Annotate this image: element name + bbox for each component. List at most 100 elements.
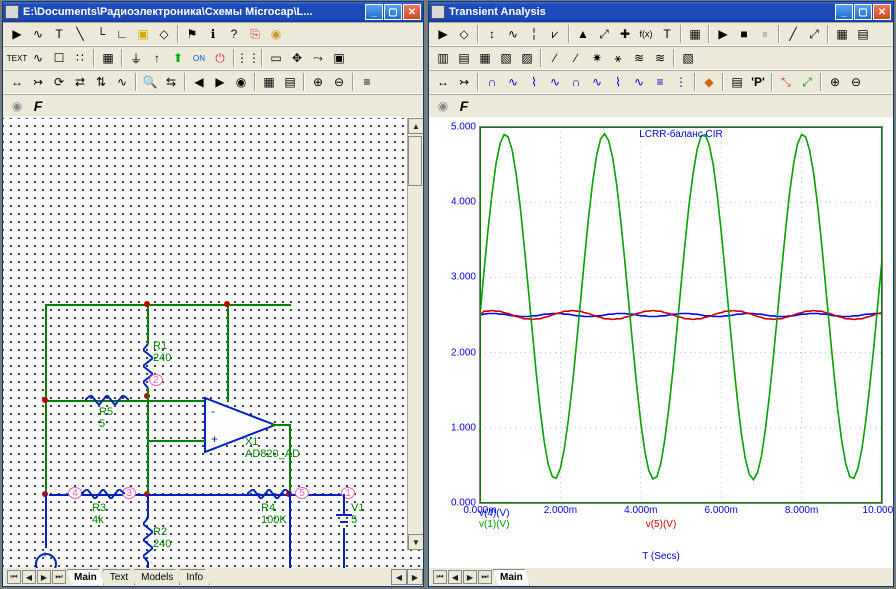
schematic-vscroll[interactable]: ▲ ▼ xyxy=(407,118,423,550)
expand-btn[interactable]: ↔ xyxy=(7,72,27,92)
analysis-titlebar[interactable]: Transient Analysis _ ▢ ✕ xyxy=(429,2,893,22)
ax1-btn[interactable]: ⤡ xyxy=(776,72,796,92)
s1-btn[interactable]: ∿ xyxy=(112,72,132,92)
w2-btn[interactable]: ∿ xyxy=(503,72,523,92)
f-icon[interactable]: F xyxy=(454,96,474,116)
bus-tool[interactable]: └ xyxy=(91,24,111,44)
tab-main[interactable]: Main xyxy=(67,569,104,585)
close-button[interactable]: ✕ xyxy=(873,4,891,20)
maximize-button[interactable]: ▢ xyxy=(854,4,872,20)
scroll-thumb[interactable] xyxy=(408,136,422,186)
zoom-out-btn[interactable]: ⊖ xyxy=(329,72,349,92)
star-btn[interactable]: ✷ xyxy=(587,48,607,68)
cursor-tool[interactable]: ▶ xyxy=(433,24,453,44)
scroll-up-btn[interactable]: ▲ xyxy=(408,118,423,134)
grid-btn[interactable]: ⋮⋮ xyxy=(238,48,258,68)
tab-text[interactable]: Text xyxy=(103,569,135,585)
replace-btn[interactable]: ⇆ xyxy=(161,72,181,92)
star2-btn[interactable]: ⚹ xyxy=(608,48,628,68)
slope-btn[interactable]: ∕ xyxy=(545,48,565,68)
w4-btn[interactable]: ∿ xyxy=(545,72,565,92)
nav-stop-btn[interactable]: ◉ xyxy=(231,72,251,92)
vcc-btn[interactable]: ↑ xyxy=(147,48,167,68)
mark1-btn[interactable]: ⤢ xyxy=(594,24,614,44)
list-btn[interactable]: ▤ xyxy=(727,72,747,92)
flip-btn[interactable]: ⇅ xyxy=(91,72,111,92)
w9-btn[interactable]: ≡ xyxy=(650,72,670,92)
copy-tool[interactable]: ⎘ xyxy=(245,24,265,44)
marker-btn[interactable]: ◆ xyxy=(699,72,719,92)
hscroll-right-btn[interactable]: ▶ xyxy=(407,569,423,585)
zoom-out-btn2[interactable]: ⊖ xyxy=(846,72,866,92)
tab-first-btn[interactable]: ⏮ xyxy=(7,570,21,584)
w1-btn[interactable]: ∩ xyxy=(482,72,502,92)
close-button[interactable]: ✕ xyxy=(403,4,421,20)
tab-first-btn[interactable]: ⏮ xyxy=(433,570,447,584)
border-btn[interactable]: ▭ xyxy=(266,48,286,68)
fx-btn[interactable]: f(x) xyxy=(636,24,656,44)
minimize-button[interactable]: _ xyxy=(835,4,853,20)
tab-next-btn[interactable]: ▶ xyxy=(37,570,51,584)
layer-btn[interactable]: ▦ xyxy=(98,48,118,68)
p-btn[interactable]: 'P' xyxy=(748,72,768,92)
layout3-btn[interactable]: ▦ xyxy=(475,48,495,68)
w8-btn[interactable]: ∿ xyxy=(629,72,649,92)
stop-btn[interactable]: ■ xyxy=(734,24,754,44)
nav-right-btn[interactable]: ▶ xyxy=(210,72,230,92)
component-tool[interactable]: ▣ xyxy=(133,24,153,44)
chart-canvas[interactable]: LCRR-баланс.CIR 0.0001.0002.0003.0004.00… xyxy=(429,118,893,568)
wire-tool[interactable]: ∿ xyxy=(28,24,48,44)
tab-next-btn[interactable]: ▶ xyxy=(463,570,477,584)
minimize-button[interactable]: _ xyxy=(365,4,383,20)
find-btn[interactable]: 🔍 xyxy=(140,72,160,92)
layout4-btn[interactable]: ▧ xyxy=(496,48,516,68)
cursor-btn[interactable]: ╎ xyxy=(524,24,544,44)
hstretch-btn[interactable]: ↔ xyxy=(433,72,453,92)
tab-last-btn[interactable]: ⏭ xyxy=(52,570,66,584)
tab-last-btn[interactable]: ⏭ xyxy=(478,570,492,584)
w6-btn[interactable]: ∿ xyxy=(587,72,607,92)
w3-btn[interactable]: ⌇ xyxy=(524,72,544,92)
schematic-canvas[interactable]: R1 240 2 R5 5 - + X1 AD820_AD 4 xyxy=(3,118,423,568)
globe-icon[interactable]: ◉ xyxy=(7,96,27,116)
src-btn[interactable]: ⬆ xyxy=(168,48,188,68)
table-btn[interactable]: ▦ xyxy=(685,24,705,44)
region-btn[interactable]: ▣ xyxy=(329,48,349,68)
tab-main[interactable]: Main xyxy=(493,569,530,585)
paste-tool[interactable]: ◉ xyxy=(266,24,286,44)
valley-btn[interactable]: ⩗ xyxy=(545,24,565,44)
group-btn[interactable]: ▦ xyxy=(259,72,279,92)
gnd-btn[interactable]: ⏚ xyxy=(126,48,146,68)
on-btn[interactable]: ON xyxy=(189,48,209,68)
nav-left-btn[interactable]: ◀ xyxy=(189,72,209,92)
layers-btn[interactable]: ▧ xyxy=(678,48,698,68)
select-tool[interactable]: ▶ xyxy=(7,24,27,44)
pause-btn[interactable]: ⏸ xyxy=(755,24,775,44)
snap-btn[interactable]: ∷ xyxy=(70,48,90,68)
align-btn[interactable]: ≡ xyxy=(357,72,377,92)
zz2-btn[interactable]: ≋ xyxy=(650,48,670,68)
peak-btn[interactable]: ▲ xyxy=(573,24,593,44)
walk-btn[interactable]: ⤳ xyxy=(308,48,328,68)
w5-btn[interactable]: ∩ xyxy=(566,72,586,92)
zoom-in-btn[interactable]: ⊕ xyxy=(308,72,328,92)
collapse-btn[interactable]: ↣ xyxy=(28,72,48,92)
mark2-btn[interactable]: ✚ xyxy=(615,24,635,44)
rotate-btn[interactable]: ⟳ xyxy=(49,72,69,92)
pan-btn[interactable]: ✥ xyxy=(287,48,307,68)
shape-tool[interactable]: ◇ xyxy=(154,24,174,44)
text-btn[interactable]: T xyxy=(657,24,677,44)
slope2-btn[interactable]: ∕ xyxy=(566,48,586,68)
layout5-btn[interactable]: ▨ xyxy=(517,48,537,68)
scale2-btn[interactable]: ∿ xyxy=(503,24,523,44)
run-btn[interactable]: ▶ xyxy=(713,24,733,44)
w7-btn[interactable]: ⌇ xyxy=(608,72,628,92)
zz-btn[interactable]: ≋ xyxy=(629,48,649,68)
box-btn[interactable]: ☐ xyxy=(49,48,69,68)
layout2-btn[interactable]: ▤ xyxy=(454,48,474,68)
diag-tool[interactable]: ∟ xyxy=(112,24,132,44)
probe-tool[interactable]: ◇ xyxy=(454,24,474,44)
f-icon[interactable]: F xyxy=(28,96,48,116)
line-tool[interactable]: ╲ xyxy=(70,24,90,44)
ungroup-btn[interactable]: ▤ xyxy=(280,72,300,92)
